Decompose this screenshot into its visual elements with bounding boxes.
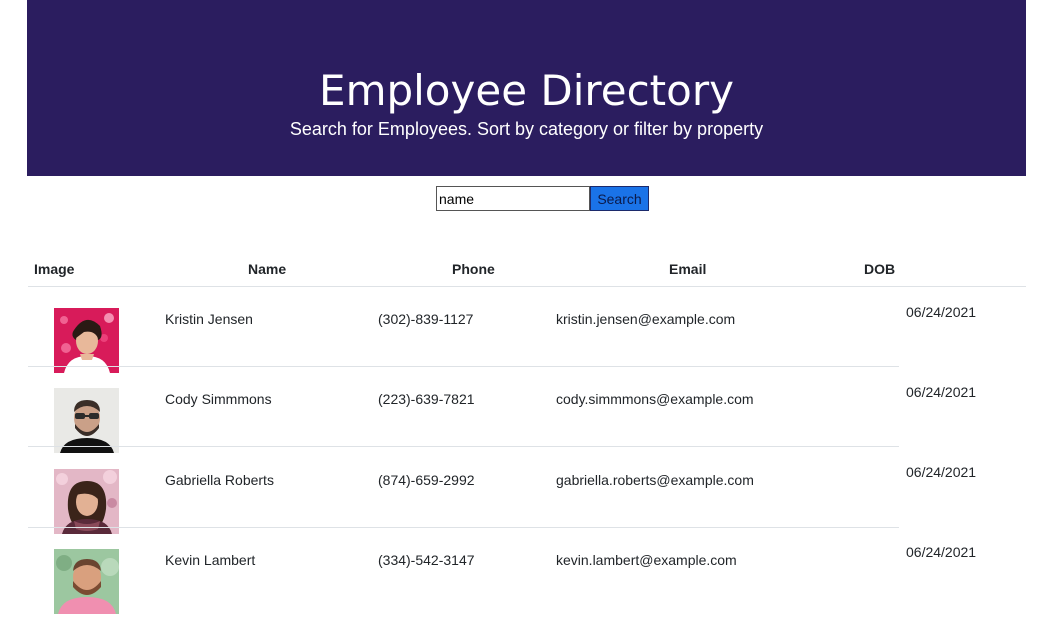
employee-phone: (874)-659-2992 xyxy=(378,472,475,488)
page-subtitle: Search for Employees. Sort by category o… xyxy=(289,119,764,139)
employee-avatar xyxy=(54,469,119,534)
column-header-name[interactable]: Name xyxy=(248,261,286,277)
employee-email: kristin.jensen@example.com xyxy=(556,311,736,327)
employee-avatar xyxy=(54,308,119,373)
table-row: Gabriella Roberts (874)-659-2992 gabriel… xyxy=(28,448,899,534)
table-row: Cody Simmmons (223)-639-7821 cody.simmmo… xyxy=(28,367,899,453)
employee-name: Kevin Lambert xyxy=(165,552,256,568)
search-button[interactable]: Search xyxy=(590,186,649,211)
employee-phone: (334)-542-3147 xyxy=(378,552,475,568)
employee-dob: 06/24/2021 xyxy=(906,464,977,480)
employee-email: cody.simmmons@example.com xyxy=(556,391,754,407)
column-header-image[interactable]: Image xyxy=(34,261,74,277)
employee-phone: (223)-639-7821 xyxy=(378,391,475,407)
search-input[interactable] xyxy=(436,186,590,211)
employee-dob: 06/24/2021 xyxy=(906,384,977,400)
column-header-dob[interactable]: DOB xyxy=(864,261,895,277)
employee-email: kevin.lambert@example.com xyxy=(556,552,737,568)
employee-name: Gabriella Roberts xyxy=(165,472,274,488)
employee-avatar xyxy=(54,388,119,453)
page-title: Employee Directory xyxy=(319,66,734,115)
employee-dob: 06/24/2021 xyxy=(906,304,977,320)
employee-avatar xyxy=(54,549,119,614)
row-divider xyxy=(28,446,899,447)
employee-phone: (302)-839-1127 xyxy=(378,311,474,327)
search-form: Search xyxy=(436,186,649,211)
employee-name: Cody Simmmons xyxy=(165,391,272,407)
employee-dob: 06/24/2021 xyxy=(906,544,977,560)
page-header: Employee Directory Search for Employees.… xyxy=(27,0,1026,176)
column-header-phone[interactable]: Phone xyxy=(452,261,495,277)
table-row: Kristin Jensen (302)-839-1127 kristin.je… xyxy=(28,287,899,373)
column-header-email[interactable]: Email xyxy=(669,261,706,277)
table-row: Kevin Lambert (334)-542-3147 kevin.lambe… xyxy=(28,528,899,614)
employee-email: gabriella.roberts@example.com xyxy=(556,472,754,488)
employee-name: Kristin Jensen xyxy=(165,311,253,327)
